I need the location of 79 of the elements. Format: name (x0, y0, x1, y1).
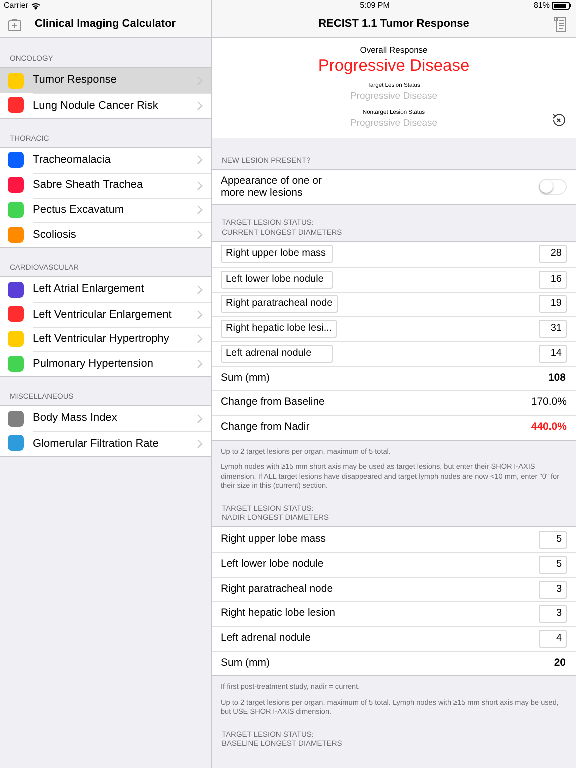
sidebar-item[interactable]: Scoliosis (0, 222, 211, 247)
change-value: 440.0% (531, 420, 567, 435)
lesion-name-field[interactable]: Left adrenal nodule (221, 344, 333, 363)
sidebar-item[interactable]: Tumor Response (0, 68, 211, 94)
sidebar-item[interactable]: Left Ventricular Hypertrophy (0, 326, 211, 352)
sidebar-item[interactable]: Sabre Sheath Trachea (0, 172, 211, 198)
chevron-icon (197, 414, 203, 424)
sidebar-item[interactable]: Tracheomalacia (0, 148, 211, 173)
diameter-field[interactable]: 5 (539, 556, 567, 574)
chevron-icon (197, 359, 203, 370)
item-label: Left Atrial Enlargement (33, 282, 146, 298)
reset-icon[interactable] (551, 113, 566, 128)
chevron-icon (197, 155, 203, 166)
item-label: Left Ventricular Hypertrophy (33, 332, 170, 348)
overall-response-label: Overall Response (360, 44, 428, 57)
chevron-icon (197, 310, 203, 320)
sidebar-item[interactable]: Left Atrial Enlargement (0, 277, 211, 302)
item-label: Left Ventricular Enlargement (33, 308, 173, 323)
diameter-field[interactable]: 31 (539, 320, 567, 338)
lesion-name-field[interactable]: Right hepatic lobe lesi... (221, 320, 338, 338)
change-label: Change from Nadir (221, 420, 310, 435)
sidebar-item[interactable]: Glomerular Filtration Rate (0, 431, 211, 456)
chevron-icon (197, 438, 203, 449)
diameter-field[interactable]: 3 (539, 605, 567, 624)
item-label: Tracheomalacia (33, 153, 112, 168)
diameter-field[interactable]: 19 (539, 295, 567, 314)
sidebar-item[interactable]: Lung Nodule Cancer Risk (0, 93, 211, 118)
item-label: Sabre Sheath Trachea (33, 178, 144, 194)
sidebar-item[interactable]: Body Mass Index (0, 406, 211, 432)
chevron-icon (197, 334, 203, 344)
battery-label: 81% (534, 0, 550, 12)
chevron-icon (197, 284, 203, 295)
screen-title: RECIST 1.1 Tumor Response (318, 17, 470, 32)
toggle-switch[interactable] (539, 179, 567, 196)
item-label: Lung Nodule Cancer Risk (33, 98, 160, 114)
wifi-icon (31, 2, 42, 10)
lesion-name: Left adrenal nodule (221, 631, 311, 646)
lesion-name-field[interactable]: Right paratracheal node (221, 295, 338, 314)
nontarget-status-value: Progressive Disease (350, 117, 438, 132)
change-value: 170.0% (531, 395, 567, 410)
sidebar-item[interactable]: Pectus Excavatum (0, 198, 211, 222)
sidebar-item[interactable]: Pulmonary Hypertension (0, 351, 211, 376)
lesion-name: Right upper lobe mass (221, 532, 326, 547)
lesion-name-field[interactable]: Right upper lobe mass (221, 245, 333, 264)
target-status-value: Progressive Disease (350, 90, 438, 104)
diameter-field[interactable]: 16 (539, 270, 567, 289)
sum-value: 20 (554, 656, 567, 671)
item-label: Tumor Response (33, 73, 118, 88)
diameter-field[interactable]: 4 (539, 630, 567, 648)
time-label: 5:09 PM (360, 0, 390, 12)
sum-label: Sum (mm) (221, 656, 270, 671)
sum-label: Sum (mm) (221, 370, 270, 386)
lesion-name: Left lower lobe nodule (221, 556, 324, 572)
battery-icon (552, 2, 572, 10)
diameter-field[interactable]: 28 (539, 245, 567, 264)
diameter-field[interactable]: 5 (539, 530, 567, 549)
overall-response-value: Progressive Disease (318, 56, 470, 76)
change-label: Change from Baseline (221, 395, 325, 410)
diameter-field[interactable]: 3 (539, 580, 567, 599)
item-label: Scoliosis (33, 228, 78, 243)
item-label: Pulmonary Hypertension (33, 356, 154, 372)
item-label: Glomerular Filtration Rate (33, 436, 160, 452)
sum-value: 108 (548, 370, 567, 386)
lesion-name: Right paratracheal node (221, 582, 334, 597)
toggle-label: Appearance of one or more new lesions (221, 174, 323, 200)
chevron-icon (197, 205, 203, 216)
document-icon[interactable] (554, 16, 568, 32)
chevron-icon (197, 100, 203, 111)
lesion-name-field[interactable]: Left lower lobe nodule (221, 270, 333, 289)
chevron-icon (197, 180, 203, 191)
sidebar-item[interactable]: Left Ventricular Enlargement (0, 302, 211, 327)
item-label: Pectus Excavatum (33, 203, 126, 218)
diameter-field[interactable]: 14 (539, 344, 567, 363)
item-label: Body Mass Index (33, 411, 118, 426)
chevron-icon (197, 230, 203, 240)
medical-kit-icon[interactable] (8, 18, 22, 32)
carrier-label: Carrier (4, 0, 28, 12)
app-title: Clinical Imaging Calculator (34, 17, 178, 32)
lesion-name: Right hepatic lobe lesion (221, 606, 336, 622)
